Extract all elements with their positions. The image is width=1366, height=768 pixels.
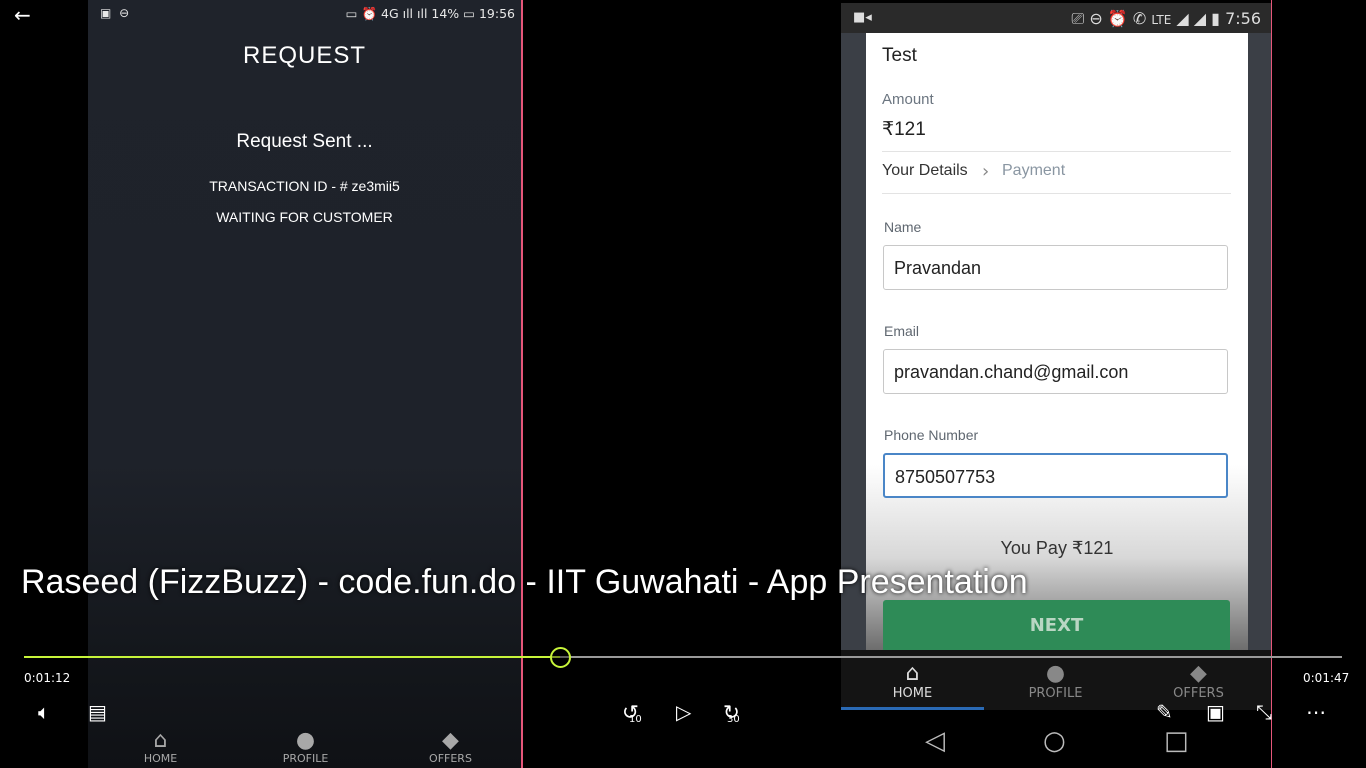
elapsed-time: 0:01:12 [24, 671, 71, 685]
divider [882, 151, 1231, 152]
transaction-id: TRANSACTION ID - # ze3mii5 [209, 178, 400, 194]
recents-square-icon[interactable]: □ [1164, 726, 1189, 756]
request-sent-message: Request Sent ... [236, 131, 373, 152]
total-time: 0:01:47 [1303, 671, 1350, 685]
nav-profile-label: PROFILE [282, 752, 329, 765]
home-icon: ⌂ [153, 728, 168, 753]
page-title: REQUEST [242, 42, 366, 69]
seek-handle[interactable] [550, 647, 571, 668]
captions-icon[interactable]: ▤ [88, 700, 107, 724]
play-icon[interactable]: ▷ [676, 700, 691, 724]
status-time: 7:56 [1225, 9, 1261, 28]
exit-fullscreen-icon[interactable]: ⤡ [1256, 700, 1272, 724]
next-button[interactable]: NEXT [883, 600, 1230, 652]
network-label: 4G [381, 6, 399, 21]
nav-offers[interactable]: ◆ OFFERS [378, 728, 523, 766]
battery-percent: 14% [431, 6, 460, 21]
notification-icons: ▣ ⊖ [100, 6, 132, 20]
battery-icon: ▭ [459, 6, 479, 21]
back-triangle-icon[interactable]: ◁ [925, 726, 945, 756]
nav-home[interactable]: ⌂ HOME [88, 728, 233, 766]
nav-profile-label: PROFILE [1028, 686, 1083, 701]
divider-line [521, 0, 523, 768]
left-phone-screen: ▣ ⊖ ▭ ⏰ 4G ıll ıll 14% ▭ 19:56 REQUEST R… [88, 0, 521, 768]
profile-icon: ● [1045, 661, 1066, 686]
back-arrow-icon[interactable]: ← [14, 3, 31, 27]
more-options-icon[interactable]: ⋯ [1306, 700, 1326, 724]
payment-form-card: Test Amount ₹121 Your Details › Payment … [866, 33, 1248, 652]
skip-back-button[interactable]: ↺ 10 [622, 700, 642, 725]
left-status-bar: ▣ ⊖ ▭ ⏰ 4G ıll ıll 14% ▭ 19:56 [88, 0, 521, 28]
status-right: ⎚ ⊖ ⏰ ✆ LTE ◢ ◢ ▮ 7:56 [1071, 9, 1261, 29]
bars-icon: ◢ ◢ ▮ [1171, 9, 1226, 28]
status-icons: ⎚ ⊖ ⏰ ✆ [1071, 9, 1152, 28]
amount-value: ₹121 [882, 119, 926, 140]
nav-profile[interactable]: ● PROFILE [984, 661, 1127, 702]
amount-label: Amount [882, 91, 934, 108]
skip-back-seconds: 10 [629, 714, 642, 725]
phone-label: Phone Number [884, 427, 979, 443]
nav-home-label: HOME [143, 752, 178, 765]
mini-view-icon[interactable]: ▣ [1206, 700, 1225, 724]
purpose-value: Test [882, 45, 917, 66]
step-your-details[interactable]: Your Details [882, 162, 968, 180]
volume-icon[interactable]: 🔈︎ [38, 700, 50, 724]
step-payment[interactable]: Payment [1002, 162, 1065, 180]
bars-icon: ıll ıll [398, 6, 432, 21]
chevron-right-icon: › [982, 161, 990, 182]
name-label: Name [884, 219, 922, 235]
nav-offers[interactable]: ◆ OFFERS [1127, 661, 1270, 702]
network-label: LTE [1151, 13, 1172, 27]
active-tab-indicator [841, 707, 984, 710]
skip-forward-seconds: 30 [727, 714, 740, 725]
tag-icon: ◆ [442, 728, 459, 753]
nav-profile[interactable]: ● PROFILE [233, 728, 378, 766]
signal-icon: ▭ ⏰ [345, 6, 381, 21]
waiting-status: WAITING FOR CUSTOMER [216, 209, 393, 225]
nav-offers-label: OFFERS [1173, 686, 1224, 701]
email-label: Email [884, 323, 920, 339]
email-field[interactable]: pravandan.chand@gmail.con [883, 349, 1228, 394]
status-right: ▭ ⏰ 4G ıll ıll 14% ▭ 19:56 [346, 6, 515, 22]
video-camera-icon: ■◂ [853, 10, 872, 25]
profile-icon: ● [295, 728, 316, 753]
video-title: Raseed (FizzBuzz) - code.fun.do - IIT Gu… [21, 563, 1028, 601]
right-status-bar: ■◂ ⎚ ⊖ ⏰ ✆ LTE ◢ ◢ ▮ 7:56 [841, 3, 1271, 33]
home-circle-icon[interactable]: ○ [1043, 726, 1066, 756]
pencil-icon[interactable]: ✎ [1156, 700, 1173, 724]
name-field[interactable]: Pravandan [883, 245, 1228, 290]
you-pay-amount: You Pay ₹121 [1000, 538, 1114, 558]
nav-offers-label: OFFERS [429, 752, 472, 765]
skip-forward-button[interactable]: ↻ 30 [723, 700, 740, 725]
nav-home-label: HOME [892, 686, 933, 701]
divider [882, 193, 1231, 194]
seek-bar-progress [24, 656, 560, 658]
phone-field[interactable]: 8750507753 [883, 453, 1228, 498]
tag-icon: ◆ [1190, 661, 1207, 686]
right-phone-screen: ■◂ ⎚ ⊖ ⏰ ✆ LTE ◢ ◢ ▮ 7:56 Test Amount ₹1… [841, 0, 1271, 768]
nav-home[interactable]: ⌂ HOME [841, 661, 984, 702]
status-time: 19:56 [478, 6, 515, 21]
home-icon: ⌂ [905, 661, 920, 686]
